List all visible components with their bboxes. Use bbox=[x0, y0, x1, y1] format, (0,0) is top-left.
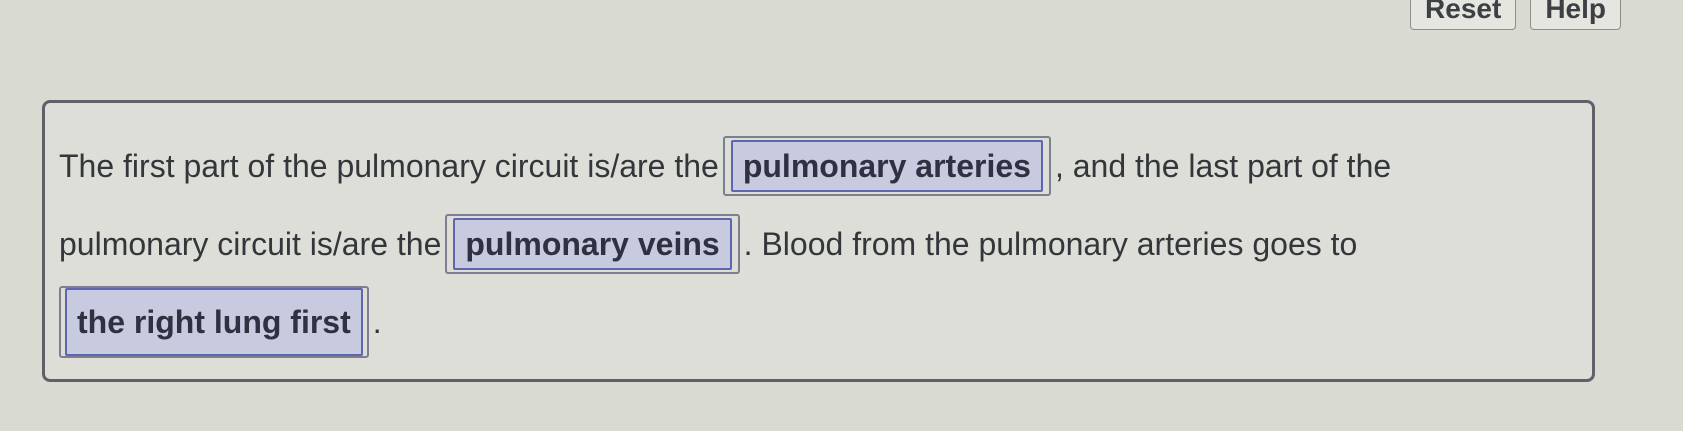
answer-chip-right-lung-first[interactable]: the right lung first bbox=[65, 288, 363, 356]
question-text-part5: . bbox=[372, 304, 382, 340]
question-line-1: The first part of the pulmonary circuit … bbox=[59, 127, 1576, 205]
question-text-part3: pulmonary circuit is/are the bbox=[59, 226, 442, 262]
question-text-part2: , and the last part of the bbox=[1054, 148, 1392, 184]
answer-drop-zone-1[interactable]: pulmonary arteries bbox=[722, 136, 1051, 196]
toolbar: Reset Help bbox=[1410, 0, 1621, 30]
question-line-3: the right lung first . bbox=[59, 283, 1576, 361]
answer-chip-pulmonary-arteries[interactable]: pulmonary arteries bbox=[730, 140, 1043, 192]
question-line-2: pulmonary circuit is/are the pulmonary v… bbox=[59, 205, 1576, 283]
answer-drop-zone-2[interactable]: pulmonary veins bbox=[445, 214, 740, 274]
reset-button[interactable]: Reset bbox=[1410, 0, 1517, 30]
fill-in-question-panel: The first part of the pulmonary circuit … bbox=[42, 100, 1595, 382]
question-text-part4: . Blood from the pulmonary arteries goes… bbox=[743, 226, 1358, 262]
answer-chip-pulmonary-veins[interactable]: pulmonary veins bbox=[453, 218, 732, 270]
question-text-part1: The first part of the pulmonary circuit … bbox=[59, 148, 719, 184]
help-button[interactable]: Help bbox=[1530, 0, 1621, 30]
answer-drop-zone-3[interactable]: the right lung first bbox=[59, 286, 369, 358]
